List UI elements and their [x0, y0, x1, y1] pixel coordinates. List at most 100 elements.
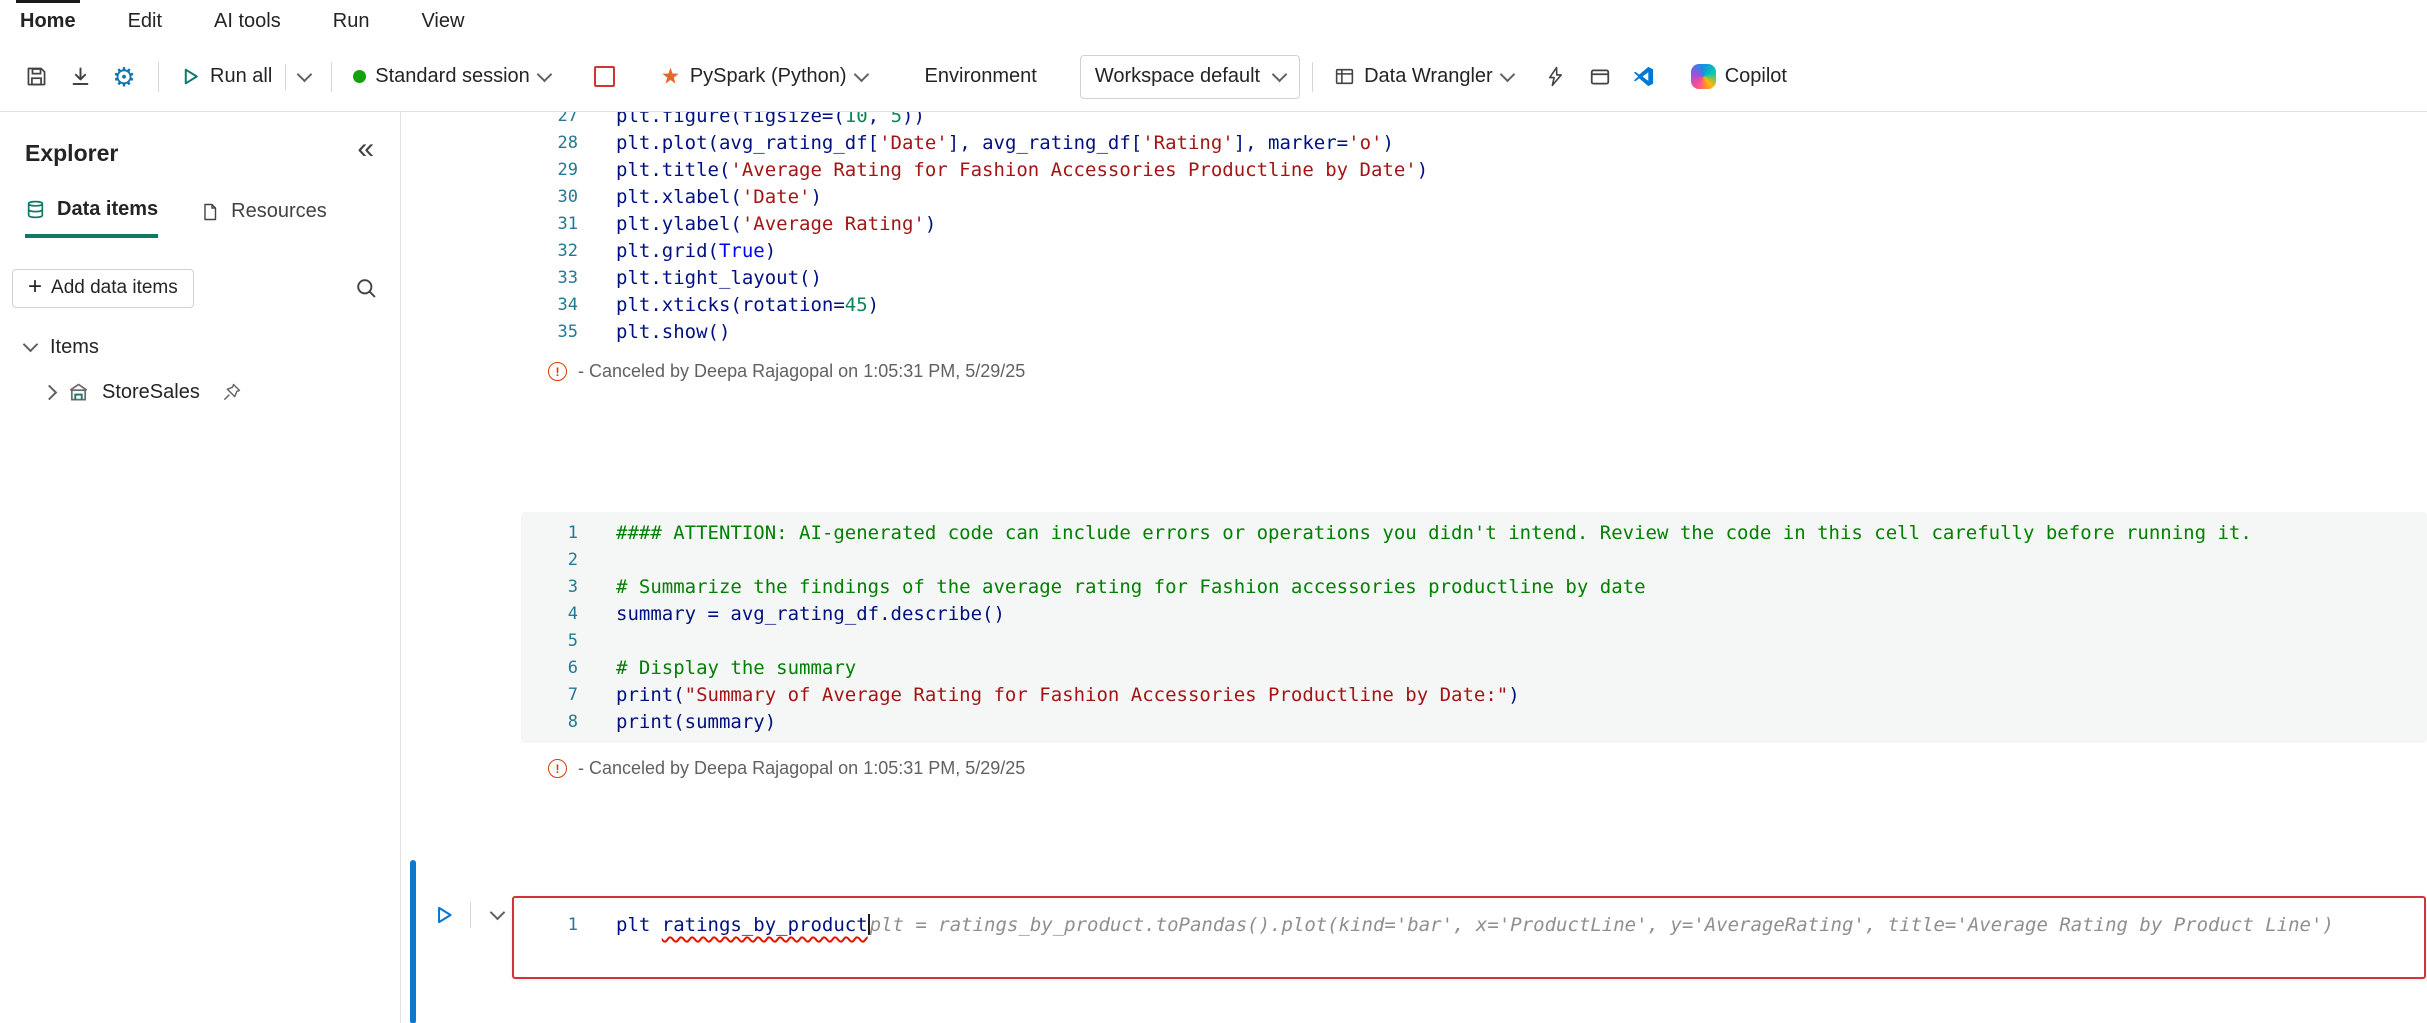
tab-data-items[interactable]: Data items — [25, 198, 159, 238]
workspace-selector[interactable]: Workspace default — [1079, 54, 1301, 99]
line-number: 6 — [567, 658, 578, 678]
code-line[interactable]: 5 — [521, 628, 2427, 655]
code-token: print(summary) — [616, 711, 777, 733]
code-token: ) — [924, 213, 937, 235]
code-line[interactable]: 30 plt.xlabel('Date') — [521, 184, 2427, 211]
spark-icon — [660, 66, 681, 87]
code-line[interactable]: 27 plt.figure(figsize=(10, 5)) — [521, 112, 2427, 130]
active-code-cell[interactable]: 1 plt ratings_by_product plt = ratings_by_… — [512, 896, 2426, 979]
tree-item-label: StoreSales — [102, 380, 200, 403]
data-items-tree: Items StoreSales — [0, 328, 400, 412]
settings-button[interactable]: ⚙ — [102, 55, 146, 99]
menu-item-label: AI tools — [214, 9, 281, 32]
run-cell-button[interactable] — [429, 900, 459, 930]
tree-root-items[interactable]: Items — [0, 328, 400, 366]
code-text: plt.plot(avg_rating_df['Date'], avg_rati… — [578, 130, 1394, 157]
code-text: # Summarize the findings of the average … — [578, 574, 1646, 601]
code-line[interactable]: 2 — [521, 547, 2427, 574]
code-line[interactable]: 3 # Summarize the findings of the average… — [521, 574, 2427, 601]
code-token: print( — [616, 684, 685, 706]
code-text: plt.xlabel('Date') — [578, 184, 822, 211]
code-editor[interactable]: 1 #### ATTENTION: AI-generated code can i… — [521, 512, 2427, 743]
tree-item-storesales[interactable]: StoreSales — [0, 372, 400, 412]
menu-item-label: Home — [20, 9, 76, 32]
code-token: plt.ylabel( — [616, 213, 742, 235]
code-editor[interactable]: 1 plt ratings_by_product plt = ratings_by_… — [514, 898, 2424, 939]
notebook-main: 27 plt.figure(figsize=(10, 5)) 28 plt.plot(… — [401, 112, 2427, 1023]
menu-bar: Home Edit AI tools Run View — [0, 0, 2427, 42]
code-line[interactable]: 31 plt.ylabel('Average Rating') — [521, 211, 2427, 238]
cell-status-text: - Canceled by Deepa Rajagopal on 1:05:31… — [578, 361, 1026, 381]
menu-item-ai-tools[interactable]: AI tools — [210, 0, 285, 42]
line-number: 3 — [567, 577, 578, 597]
kernel-language-selector[interactable]: PySpark (Python) — [651, 55, 876, 99]
export-button[interactable] — [58, 55, 102, 99]
code-line[interactable]: 4 summary = avg_rating_df.describe() — [521, 601, 2427, 628]
run-cell-options-button[interactable] — [482, 900, 512, 930]
download-icon — [69, 65, 92, 88]
code-token: plt.show() — [616, 321, 731, 343]
stop-session-button[interactable] — [583, 55, 627, 99]
environment-button[interactable]: Environment — [916, 55, 1046, 99]
line-number: 8 — [567, 712, 578, 732]
line-number: 7 — [567, 685, 578, 705]
menu-item-run[interactable]: Run — [329, 0, 374, 42]
code-line[interactable]: 33 plt.tight_layout() — [521, 265, 2427, 292]
code-line[interactable]: 35 plt.show() — [521, 319, 2427, 346]
code-token: summary = avg_rating_df.describe() — [616, 603, 1005, 625]
line-number: 4 — [567, 604, 578, 624]
session-status-button[interactable]: Standard session — [344, 55, 559, 99]
code-cell-2: 1 #### ATTENTION: AI-generated code can i… — [521, 512, 2427, 779]
open-in-vscode-button[interactable] — [1622, 55, 1666, 99]
data-wrangler-button[interactable]: Data Wrangler — [1325, 55, 1522, 99]
copilot-button[interactable]: Copilot — [1682, 55, 1796, 99]
code-line[interactable]: 8 print(summary) — [521, 709, 2427, 736]
line-number: 27 — [557, 112, 578, 126]
code-token: True — [718, 240, 765, 262]
pin-icon[interactable] — [222, 382, 242, 402]
code-line[interactable]: 28 plt.plot(avg_rating_df['Date'], avg_ra… — [521, 130, 2427, 157]
code-line[interactable]: 1 #### ATTENTION: AI-generated code can i… — [521, 520, 2427, 547]
sidebar-tabs: Data items Resources — [25, 198, 327, 238]
code-line[interactable]: 1 plt ratings_by_product plt = ratings_by_… — [514, 912, 2424, 939]
window-icon — [1589, 66, 1611, 88]
sidebar-actions-row: + Add data items — [12, 268, 386, 308]
code-line[interactable]: 34 plt.xticks(rotation=45) — [521, 292, 2427, 319]
tab-resources[interactable]: Resources — [200, 198, 327, 238]
run-all-button[interactable]: Run all — [171, 55, 319, 99]
code-token: 10 — [844, 112, 868, 127]
code-token: 'Date' — [879, 132, 948, 154]
code-token: 'Rating' — [1142, 132, 1234, 154]
split-divider — [285, 63, 287, 90]
line-number: 1 — [567, 915, 578, 935]
code-line[interactable]: 29 plt.title('Average Rating for Fashion … — [521, 157, 2427, 184]
chevron-right-icon — [41, 384, 58, 400]
save-button[interactable] — [14, 55, 58, 99]
code-line[interactable]: 6 # Display the summary — [521, 655, 2427, 682]
error-token: ratings_by_product — [661, 914, 868, 936]
menu-item-home[interactable]: Home — [16, 0, 80, 42]
code-token: # Summarize the findings of the average … — [616, 576, 1646, 598]
document-icon — [200, 202, 220, 222]
code-line[interactable]: 7 print("Summary of Average Rating for Fa… — [521, 682, 2427, 709]
code-token: ) — [764, 240, 777, 262]
code-token: 'Average Rating for Fashion Accessories … — [730, 159, 1417, 181]
open-in-window-button[interactable] — [1578, 55, 1622, 99]
code-text: print(summary) — [578, 709, 776, 736]
menu-item-view[interactable]: View — [417, 0, 468, 42]
collapse-sidebar-button[interactable]: « — [357, 134, 374, 164]
line-number: 35 — [557, 322, 578, 342]
code-text: print("Summary of Average Rating for Fas… — [578, 682, 1520, 709]
add-data-items-button[interactable]: + Add data items — [12, 268, 194, 308]
code-token: plt.grid( — [616, 240, 719, 262]
chevron-down-icon — [1499, 66, 1515, 82]
code-text: plt.figure(figsize=(10, 5)) — [578, 112, 925, 130]
menu-item-edit[interactable]: Edit — [124, 0, 166, 42]
code-line[interactable]: 32 plt.grid(True) — [521, 238, 2427, 265]
code-editor[interactable]: 27 plt.figure(figsize=(10, 5)) 28 plt.plot(… — [521, 112, 2427, 346]
data-items-icon — [25, 199, 46, 220]
line-number: 5 — [567, 631, 578, 651]
code-token: plt.xlabel( — [616, 186, 742, 208]
search-button[interactable] — [346, 268, 386, 308]
session-quick-action-button[interactable] — [1534, 55, 1578, 99]
